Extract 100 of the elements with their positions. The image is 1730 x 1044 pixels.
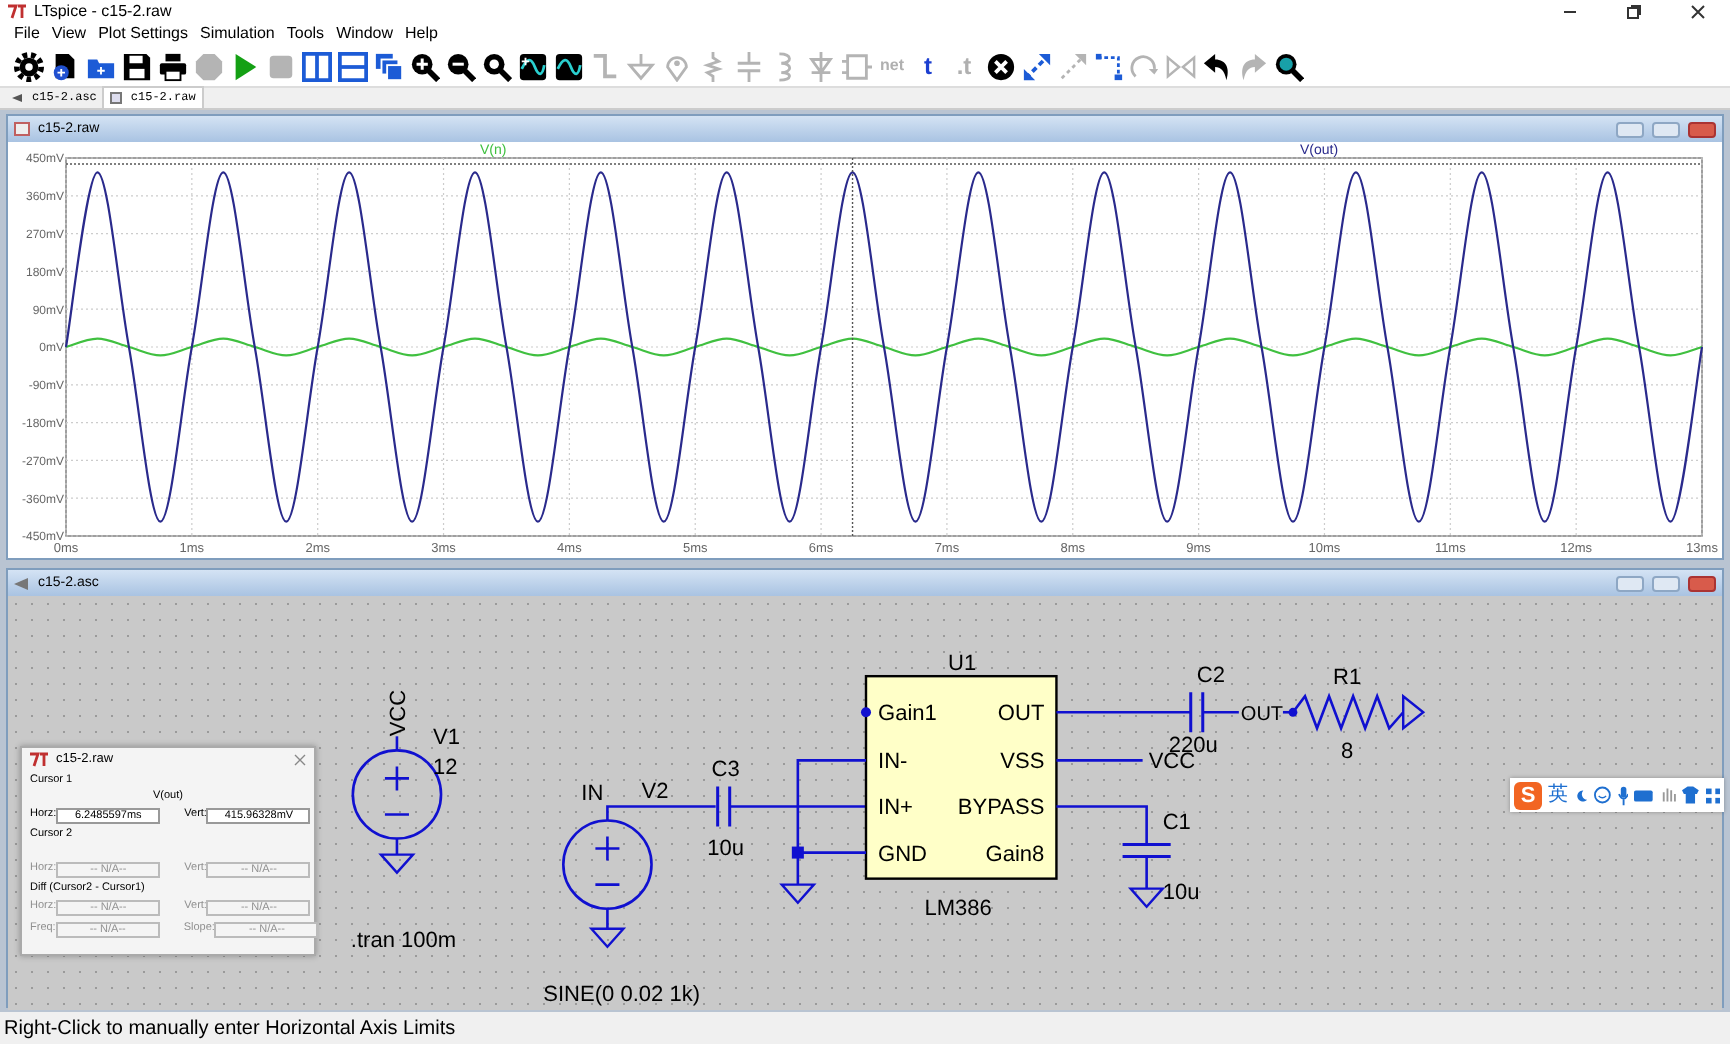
moon-icon[interactable] [1573,787,1589,803]
net-label: OUT [1240,704,1284,727]
toolbar-button[interactable] [298,47,334,85]
capacitor-symbol [1189,690,1205,734]
pin-label: GND [878,842,927,867]
ground-symbol [779,883,817,905]
component-name: V1 [433,726,460,751]
component-value: SINE(0 0.02 1k) [543,982,700,1007]
zoom-in-icon [409,51,439,81]
wire [1145,856,1148,889]
ground-symbol [1402,693,1426,731]
chart-icon [14,122,30,136]
diode-icon [805,51,835,81]
pin-label: VSS [1000,750,1045,775]
stacked-windows-icon [373,51,403,81]
menu-item[interactable]: File [8,22,46,46]
stop-icon [265,51,295,81]
ground-symbol [1127,887,1166,909]
search-icon [1273,51,1303,81]
rotate-icon [1129,51,1159,81]
ground-symbol [588,927,627,949]
waveform-plus-icon [517,51,547,81]
toolbar-button[interactable] [10,47,46,85]
wire [1056,805,1148,845]
arrows-icon [1021,51,1051,81]
magnifier-icon [481,51,511,81]
app-icon [30,752,48,768]
gear-icon [13,51,43,81]
component-value: 10u [1162,880,1200,905]
document-plus-icon [49,51,79,81]
menu-item[interactable]: Tools [280,22,331,46]
wire [395,838,399,855]
wire-icon [589,51,619,81]
bent-line-icon [1093,51,1123,81]
pin-label: Gain8 [985,842,1045,867]
input-language[interactable]: 英 [1547,780,1568,810]
close-button[interactable] [1688,575,1716,591]
component-name: R1 [1333,666,1362,691]
component-value: 12 [433,756,458,781]
component-name: C1 [1162,810,1191,835]
waveform-icon [553,51,583,81]
net-label: IN [581,782,604,807]
menu-item[interactable]: Window [330,22,400,46]
wire [606,805,716,821]
ground-symbol [378,853,416,875]
component-value: 8 [1340,740,1354,765]
grid-icon[interactable] [1705,787,1720,803]
component-name: V2 [641,780,669,805]
window-title: LTspice - c15-2.raw [34,0,172,22]
app-icon [8,3,26,19]
chart-icon [110,92,123,104]
shirt-icon[interactable] [1682,786,1700,804]
mirror-icon [1165,51,1195,81]
pin-label: BYPASS [957,796,1045,821]
pin-label: IN+ [878,796,913,821]
toolbar-button[interactable]: t [910,47,946,85]
rows-icon [337,51,367,81]
menu-item[interactable]: Help [399,22,444,46]
toolbar-button[interactable] [334,47,370,85]
wire [1202,710,1239,714]
component-name: C2 [1196,664,1225,689]
pin-label: Gain1 [878,702,937,727]
wire [1056,759,1143,762]
close-circle-icon [985,51,1015,81]
pin-label-icon [661,51,691,81]
columns-icon [301,51,331,81]
pin-label: IN- [878,750,908,775]
octagon-icon [193,51,223,81]
zoom-out-icon [445,51,475,81]
capacitor-symbol [716,784,732,829]
capacitor-icon [733,51,763,81]
menu-item[interactable]: View [45,22,93,46]
close-button[interactable] [1688,121,1716,137]
component-value: LM386 [924,896,992,921]
undo-arrow-icon [1201,51,1231,81]
close-icon[interactable] [1690,3,1706,19]
spice-directive: .tran 100m [350,928,457,953]
wire [395,736,399,751]
keyboard-icon[interactable] [1634,787,1654,803]
ground-icon [625,51,655,81]
microphone-icon[interactable] [1617,785,1629,805]
net-label: VCC [386,689,411,737]
component-value: 10u [707,836,745,861]
printer-icon [157,51,187,81]
resistor-symbol [1291,692,1405,732]
component-icon [841,51,871,81]
wire [1056,710,1191,714]
pin-dot [861,707,871,718]
component-name: C3 [711,758,740,783]
menu-item[interactable]: Simulation [194,22,281,46]
signal-source-symbol [562,819,653,910]
wire [606,908,609,929]
status-text: Right-Click to manually enter Horizontal Axis Limits [4,1018,456,1040]
redo-arrow-icon [1237,51,1267,81]
capacitor-symbol [1121,843,1173,859]
pin-label: OUT [997,702,1045,727]
smiley-icon[interactable] [1594,786,1612,804]
restore-icon[interactable] [1626,3,1642,19]
pin-dot [1288,707,1298,717]
menu-item[interactable]: Plot Settings [92,22,195,46]
